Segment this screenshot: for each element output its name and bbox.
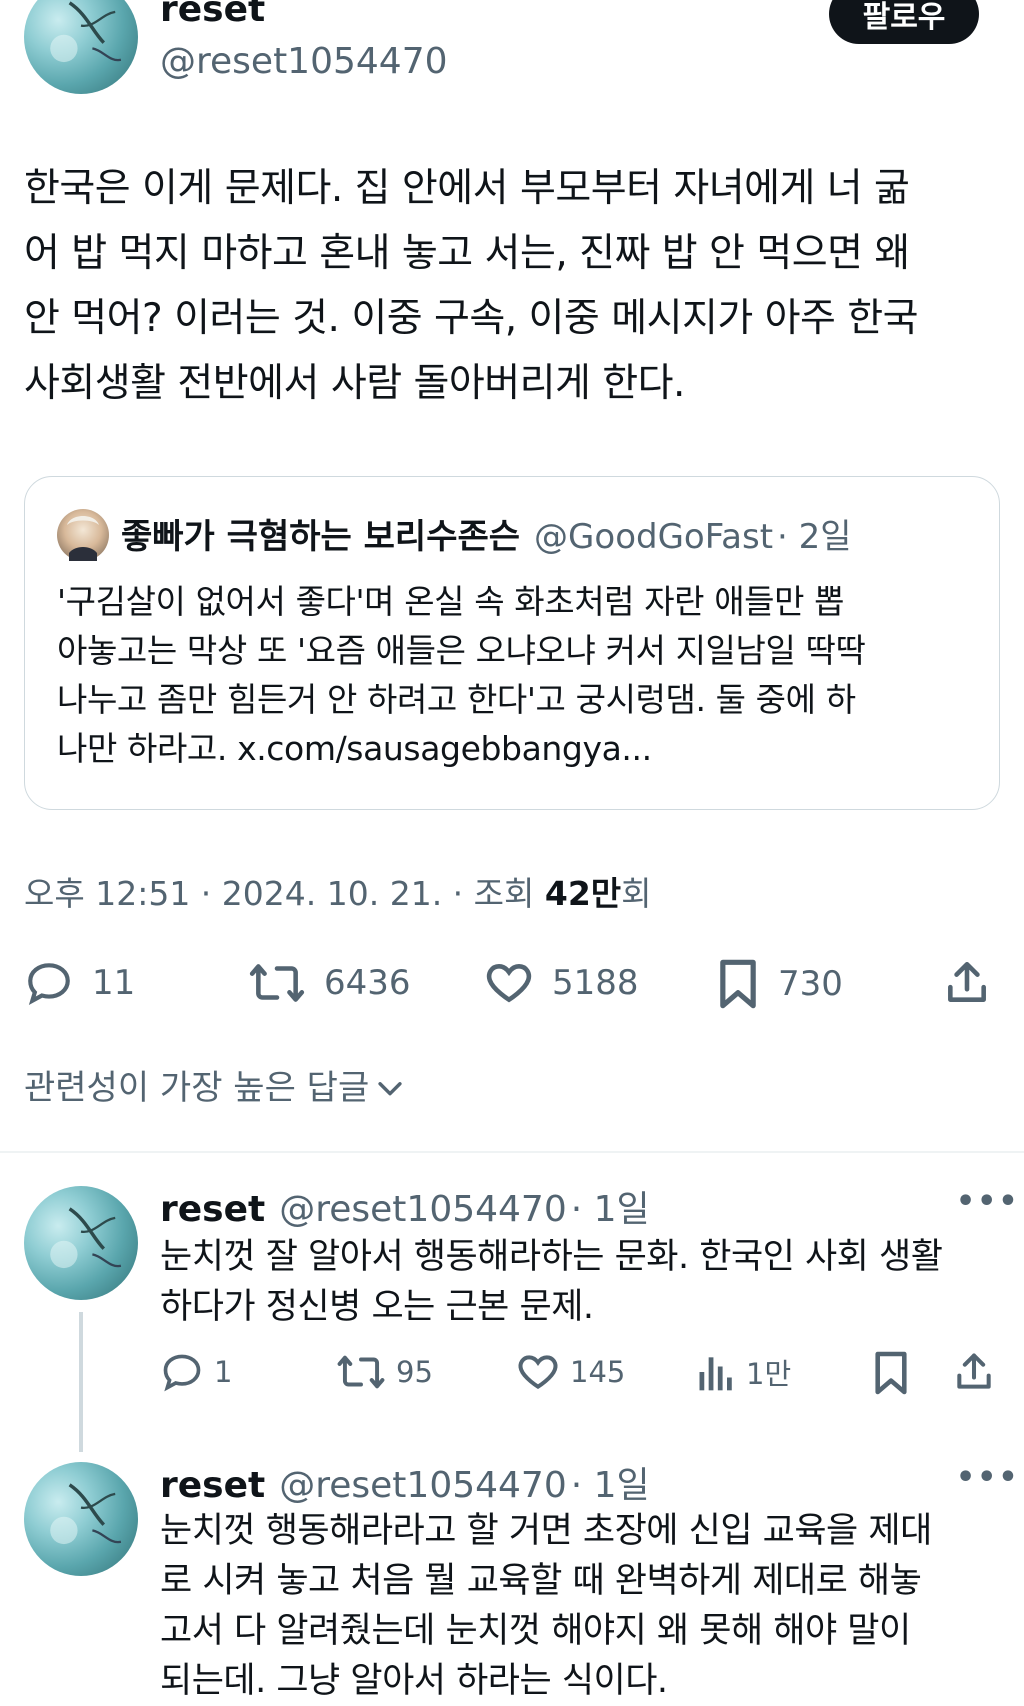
reply-text-line: 눈치껏 잘 알아서 행동해라하는 문화. 한국인 사회 생활 [160,1237,943,1277]
reply-text-line: 되는데. 그냥 알아서 하라는 식이다. [160,1661,668,1701]
quote-text-line: 아놓고는 막상 또 '요즘 애들은 오냐오냐 커서 지일남일 딱딱 [57,631,866,670]
reply-share-action[interactable] [952,1350,996,1398]
reply-text-line: 로 시켜 놓고 처음 뭘 교육할 때 완벽하게 제대로 해놓 [160,1561,922,1601]
quote-avatar [57,509,109,561]
speech-bubble-icon [28,963,70,1005]
reply-reply-action[interactable]: 1 [160,1350,232,1394]
reply-text-line: 눈치껏 행동해라라고 할 거면 초장에 신입 교육을 제대 [160,1511,932,1551]
reply-avatar[interactable] [24,1462,138,1576]
share-action[interactable] [942,958,992,1012]
follow-button[interactable]: 팔로우 [829,0,979,44]
tweet-timestamp[interactable]: 오후 12:51 · 2024. 10. 21. · 조회 [24,874,545,913]
reply-bookmark-action[interactable] [872,1350,910,1400]
view-count: 42만 [544,874,622,913]
reply-count: 11 [92,963,136,1003]
avatar-image [50,1207,122,1269]
bar-chart-icon [699,1357,732,1391]
avatar-image [50,1483,122,1545]
reply-handle[interactable]: @reset1054470 [279,1189,567,1230]
reply-views-action[interactable]: 1만 [696,1350,791,1394]
tweet-text-line: 한국은 이게 문제다. 집 안에서 부모부터 자녀에게 너 굶 [24,166,910,211]
author-display-name[interactable]: reset [160,0,265,32]
like-action[interactable]: 5188 [484,958,639,1008]
reply-text-line: 하다가 정신병 오는 근본 문제. [160,1287,594,1327]
quote-display-name: 좋빠가 극혐하는 보리수존슨 [121,517,521,557]
heart-icon [518,1355,558,1390]
bookmark-icon [875,1351,907,1395]
reply-handle[interactable]: @reset1054470 [279,1465,567,1506]
share-icon [948,961,986,1002]
reply-text: 눈치껏 행동해라라고 할 거면 초장에 신입 교육을 제대 로 시켜 놓고 처음… [160,1506,1000,1706]
quote-handle: @GoodGoFast [534,517,774,557]
tweet-text-line: 사회생활 전반에서 사람 돌아버리게 한다. [24,361,685,406]
reply-retweet-count: 95 [396,1355,433,1389]
tweet-meta: 오후 12:51 · 2024. 10. 21. · 조회 42만회 [24,872,652,916]
retweet-action[interactable]: 6436 [248,958,411,1008]
heart-icon [486,964,532,1003]
reply-time[interactable]: · 1일 [571,1456,650,1508]
quote-text: '구김살이 없어서 좋다'며 온실 속 화초처럼 자란 애들만 뽑 아놓고는 막… [57,577,977,773]
quote-text-line: 나누고 좀만 힘든거 안 하려고 한다'고 궁시렁댐. 둘 중에 하 [57,680,856,719]
like-count: 5188 [552,963,639,1003]
bookmark-count: 730 [778,964,843,1004]
author-handle[interactable]: @reset1054470 [160,40,448,84]
retweet-count: 6436 [324,963,411,1003]
bookmark-icon [720,959,756,1009]
reply-retweet-action[interactable]: 95 [336,1350,433,1394]
view-count-suffix: 회 [621,874,652,913]
reply-time[interactable]: · 1일 [571,1180,650,1232]
reply-like-count: 145 [570,1355,626,1389]
avatar-image [50,1,122,63]
quote-text-line: 나만 하라고. x.com/sausagebbangya... [57,729,652,768]
bookmark-action[interactable]: 730 [716,958,843,1010]
tweet-text-line: 안 먹어? 이러는 것. 이중 구속, 이중 메시지가 아주 한국 [24,296,919,341]
section-divider [0,1151,1024,1153]
quote-time: · 2일 [777,517,852,557]
quote-text-line: '구김살이 없어서 좋다'며 온실 속 화초처럼 자란 애들만 뽑 [57,582,845,621]
reply-avatar[interactable] [24,1186,138,1300]
reply-text: 눈치껏 잘 알아서 행동해라하는 문화. 한국인 사회 생활 하다가 정신병 오… [160,1232,1000,1332]
tweet-text-line: 어 밥 먹지 마하고 혼내 놓고 서는, 진짜 밥 안 먹으면 왜 [24,231,910,276]
retweet-icon [249,964,305,1002]
author-avatar[interactable] [24,0,138,94]
reply-reply-count: 1 [214,1355,233,1389]
more-dots-icon[interactable]: ••• [956,1184,1020,1219]
share-icon [957,1353,991,1389]
more-dots-icon[interactable]: ••• [956,1460,1020,1495]
tweet-text: 한국은 이게 문제다. 집 안에서 부모부터 자녀에게 너 굶 어 밥 먹지 마… [24,156,1004,416]
reply-display-name[interactable]: reset [160,1189,265,1230]
reply-sort-selector[interactable]: 관련성이 가장 높은 답글 [24,1066,407,1110]
thread-connector [79,1312,83,1452]
quoted-tweet[interactable]: 좋빠가 극혐하는 보리수존슨 @GoodGoFast · 2일 '구김살이 없어… [24,476,1000,810]
reply-text-line: 고서 다 알려줬는데 눈치껏 해야지 왜 못해 해야 말이 [160,1611,911,1651]
reply-sort-label: 관련성이 가장 높은 답글 [24,1068,370,1108]
reply-views-count: 1만 [746,1357,792,1391]
speech-bubble-icon [163,1354,201,1392]
reply-like-action[interactable]: 145 [516,1350,625,1394]
retweet-icon [337,1355,385,1389]
reply-display-name[interactable]: reset [160,1465,265,1506]
chevron-down-icon [378,1082,402,1096]
reply-action[interactable]: 11 [24,958,135,1008]
